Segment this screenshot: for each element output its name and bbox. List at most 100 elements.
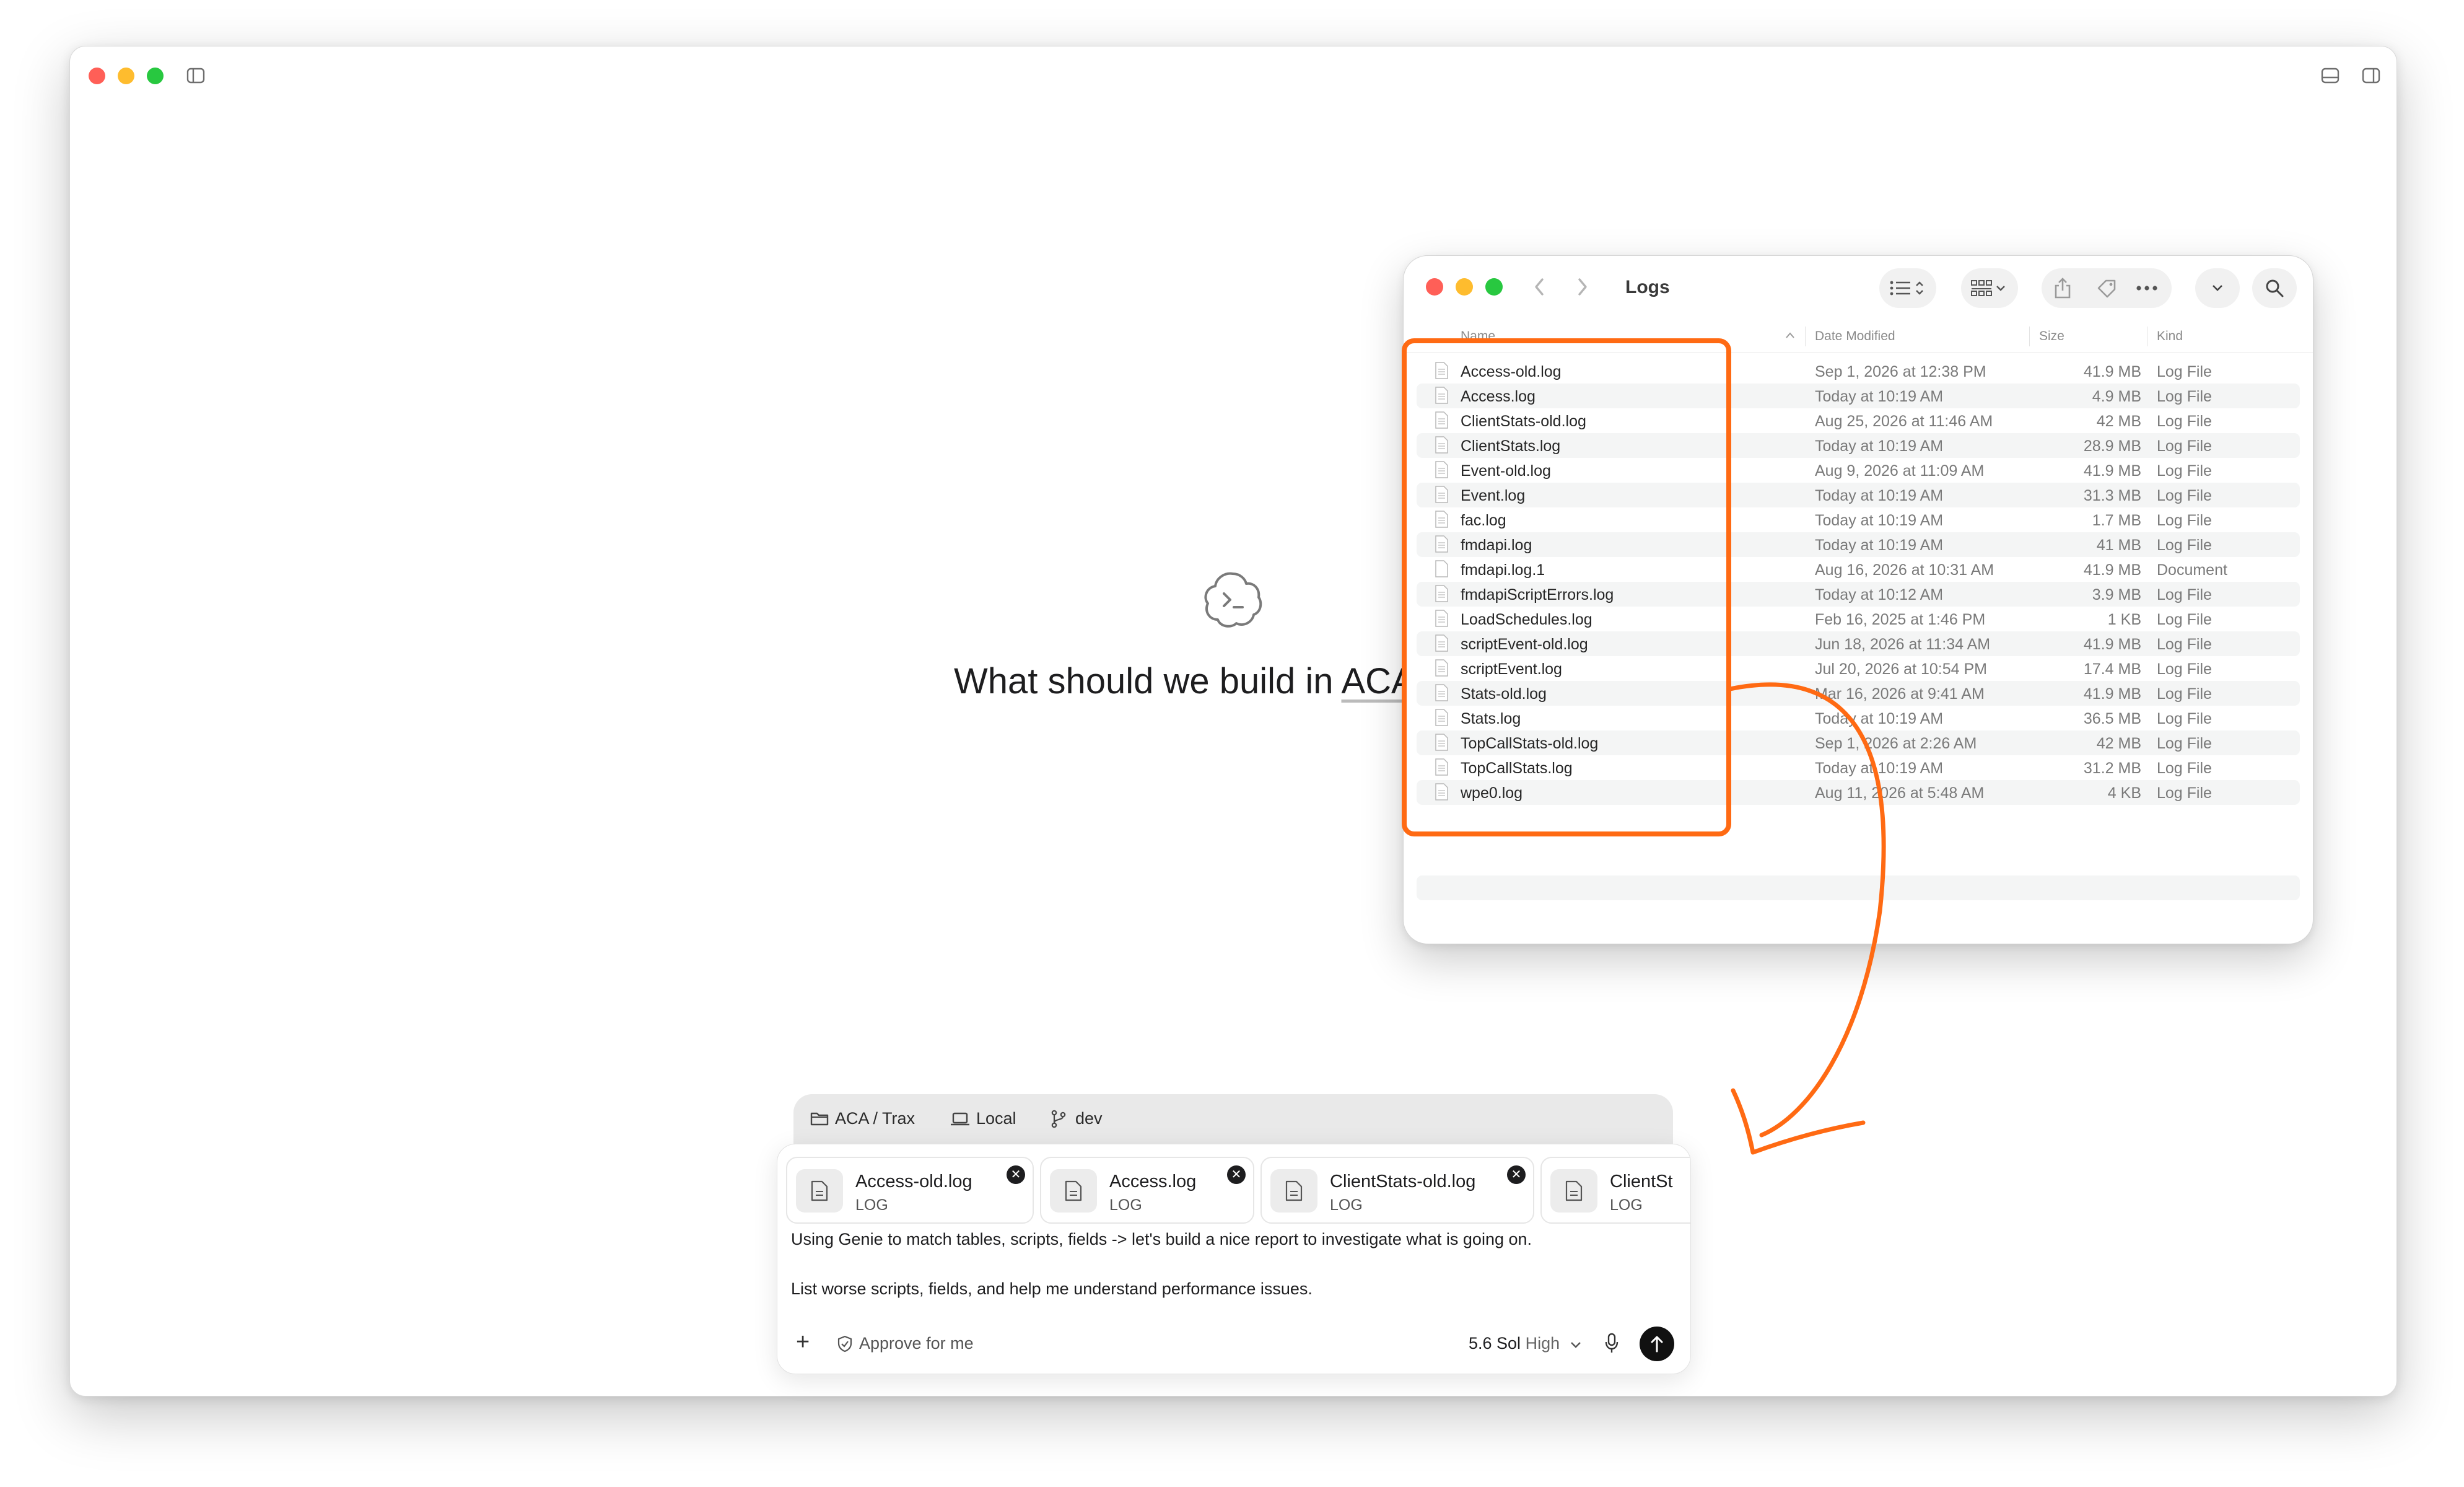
file-row[interactable]: Access.log Today at 10:19 AM 4.9 MB Log Fil… bbox=[1417, 384, 2300, 408]
file-row[interactable]: fmdapiScriptErrors.log Today at 10:12 AM 3… bbox=[1417, 582, 2300, 607]
log-file-icon bbox=[1435, 461, 1448, 478]
file-size: 1.7 MB bbox=[2092, 512, 2141, 529]
attachment-chip[interactable]: ClientSt LOG bbox=[1540, 1157, 1690, 1224]
composer: Access-old.log LOG ✕ Access.log LOG ✕ ClientSt… bbox=[777, 1144, 1691, 1374]
finder-title: Logs bbox=[1625, 277, 1670, 297]
share-icon[interactable] bbox=[2053, 277, 2073, 299]
sidebar-toggle-icon[interactable] bbox=[186, 68, 205, 87]
file-row[interactable]: Event.log Today at 10:19 AM 31.3 MB Log Fil… bbox=[1417, 483, 2300, 507]
group-by-icon bbox=[1971, 280, 2005, 296]
project-selector[interactable]: ACA / Trax bbox=[835, 1109, 915, 1128]
file-row[interactable]: wpe0.log Aug 11, 2026 at 5:48 AM 4 KB Log F… bbox=[1417, 780, 2300, 805]
search-button[interactable] bbox=[2252, 268, 2297, 308]
document-icon bbox=[796, 1169, 843, 1213]
microphone-icon[interactable] bbox=[1605, 1333, 1619, 1354]
file-name: Stats-old.log bbox=[1461, 685, 1547, 703]
log-file-icon bbox=[1435, 684, 1448, 701]
file-row[interactable]: LoadSchedules.log Feb 16, 2025 at 1:46 PM… bbox=[1417, 607, 2300, 631]
file-date-modified: Today at 10:19 AM bbox=[1815, 760, 1944, 777]
file-name: fmdapi.log.1 bbox=[1461, 561, 1545, 579]
column-header-kind[interactable]: Kind bbox=[2157, 329, 2183, 344]
remove-attachment-icon[interactable]: ✕ bbox=[1007, 1165, 1025, 1184]
file-row[interactable]: scriptEvent-old.log Jun 18, 2026 at 11:34… bbox=[1417, 631, 2300, 656]
file-name: Stats.log bbox=[1461, 710, 1521, 727]
log-file-icon bbox=[1435, 758, 1448, 776]
hero-title: What should we build in ACA bbox=[954, 660, 1415, 702]
log-file-icon bbox=[1435, 734, 1448, 751]
minimize-button[interactable] bbox=[118, 68, 134, 84]
file-row[interactable]: ClientStats.log Today at 10:19 AM 28.9 MB L… bbox=[1417, 433, 2300, 458]
file-row[interactable]: ClientStats-old.log Aug 25, 2026 at 11:46… bbox=[1417, 408, 2300, 433]
tag-icon[interactable] bbox=[2096, 278, 2117, 299]
file-size: 28.9 MB bbox=[2083, 437, 2141, 455]
file-date-modified: Jun 18, 2026 at 11:34 AM bbox=[1815, 636, 1991, 653]
file-date-modified: Jul 20, 2026 at 10:54 PM bbox=[1815, 660, 1987, 678]
log-file-icon bbox=[1435, 783, 1448, 801]
file-row[interactable]: Stats-old.log Mar 16, 2026 at 9:41 AM 41.9… bbox=[1417, 681, 2300, 706]
close-button[interactable] bbox=[89, 68, 105, 84]
attachment-chip[interactable]: ClientStats-old.log LOG ✕ bbox=[1260, 1157, 1534, 1224]
column-header-size[interactable]: Size bbox=[2039, 329, 2064, 344]
expand-toolbar-button[interactable] bbox=[2195, 268, 2240, 308]
environment-selector[interactable]: Local bbox=[976, 1109, 1016, 1128]
document-icon bbox=[1270, 1169, 1317, 1213]
log-file-icon bbox=[1435, 535, 1448, 553]
file-row[interactable]: fac.log Today at 10:19 AM 1.7 MB Log File bbox=[1417, 507, 2300, 532]
file-row[interactable]: fmdapi.log Today at 10:19 AM 41 MB Log File bbox=[1417, 532, 2300, 557]
approve-for-me-toggle[interactable]: Approve for me bbox=[859, 1334, 974, 1353]
file-kind: Document bbox=[2157, 561, 2227, 579]
file-row[interactable]: fmdapi.log.1 Aug 16, 2026 at 10:31 AM 41.9… bbox=[1417, 557, 2300, 582]
more-icon[interactable] bbox=[2136, 286, 2158, 291]
file-size: 31.2 MB bbox=[2083, 760, 2141, 777]
group-by-group[interactable] bbox=[1961, 268, 2018, 308]
attachment-chip[interactable]: Access-old.log LOG ✕ bbox=[786, 1157, 1034, 1224]
file-size: 42 MB bbox=[2096, 735, 2141, 752]
finder-close-button[interactable] bbox=[1426, 278, 1443, 296]
forward-chevron-icon[interactable] bbox=[1575, 276, 1589, 301]
log-file-icon bbox=[1435, 411, 1448, 429]
attachment-name: Access-old.log bbox=[855, 1172, 972, 1191]
file-row[interactable]: Access-old.log Sep 1, 2026 at 12:38 PM 41.… bbox=[1417, 359, 2300, 384]
branch-selector[interactable]: dev bbox=[1075, 1109, 1103, 1128]
column-divider bbox=[2029, 327, 2030, 346]
document-icon bbox=[1435, 560, 1448, 577]
zoom-button[interactable] bbox=[147, 68, 164, 84]
file-date-modified: Today at 10:19 AM bbox=[1815, 537, 1944, 554]
attachment-chip[interactable]: Access.log LOG ✕ bbox=[1040, 1157, 1254, 1224]
file-size: 31.3 MB bbox=[2083, 487, 2141, 504]
file-kind: Log File bbox=[2157, 437, 2212, 455]
file-kind: Log File bbox=[2157, 413, 2212, 430]
prompt-line-1[interactable]: Using Genie to match tables, scripts, fi… bbox=[791, 1230, 1532, 1249]
remove-attachment-icon[interactable]: ✕ bbox=[1227, 1165, 1246, 1184]
column-header-date[interactable]: Date Modified bbox=[1815, 329, 1895, 344]
terminal-panel-icon[interactable] bbox=[2321, 68, 2339, 87]
file-row[interactable]: Stats.log Today at 10:19 AM 36.5 MB Log Fil… bbox=[1417, 706, 2300, 730]
file-row[interactable]: scriptEvent.log Jul 20, 2026 at 10:54 PM 1… bbox=[1417, 656, 2300, 681]
file-date-modified: Today at 10:19 AM bbox=[1815, 437, 1944, 455]
log-file-icon bbox=[1435, 362, 1448, 379]
hero-title-prefix: What should we build in bbox=[954, 661, 1342, 701]
back-chevron-icon[interactable] bbox=[1532, 276, 1547, 301]
file-date-modified: Sep 1, 2026 at 12:38 PM bbox=[1815, 363, 1986, 380]
model-selector[interactable]: 5.6 Sol High bbox=[1469, 1334, 1560, 1353]
finder-zoom-button[interactable] bbox=[1485, 278, 1503, 296]
send-button[interactable] bbox=[1640, 1327, 1674, 1361]
expand-chevron-icon bbox=[2213, 285, 2222, 291]
branch-icon bbox=[1051, 1110, 1066, 1128]
right-sidebar-icon[interactable] bbox=[2362, 68, 2380, 87]
file-row[interactable]: TopCallStats-old.log Sep 1, 2026 at 2:26 … bbox=[1417, 730, 2300, 755]
prompt-line-2[interactable]: List worse scripts, fields, and help me … bbox=[791, 1279, 1313, 1299]
file-kind: Log File bbox=[2157, 710, 2212, 727]
file-row[interactable]: TopCallStats.log Today at 10:19 AM 31.2 MB… bbox=[1417, 755, 2300, 780]
view-options-group[interactable] bbox=[1879, 268, 1936, 308]
finder-minimize-button[interactable] bbox=[1456, 278, 1473, 296]
column-divider bbox=[1805, 327, 1806, 346]
add-attachment-button[interactable]: + bbox=[796, 1329, 810, 1356]
file-date-modified: Today at 10:12 AM bbox=[1815, 586, 1944, 603]
remove-attachment-icon[interactable]: ✕ bbox=[1507, 1165, 1526, 1184]
file-size: 42 MB bbox=[2096, 413, 2141, 430]
reasoning-effort: High bbox=[1525, 1334, 1560, 1353]
file-row[interactable]: Event-old.log Aug 9, 2026 at 11:09 AM 41.9… bbox=[1417, 458, 2300, 483]
column-header-name[interactable]: Name bbox=[1461, 329, 1495, 344]
file-kind: Log File bbox=[2157, 586, 2212, 603]
